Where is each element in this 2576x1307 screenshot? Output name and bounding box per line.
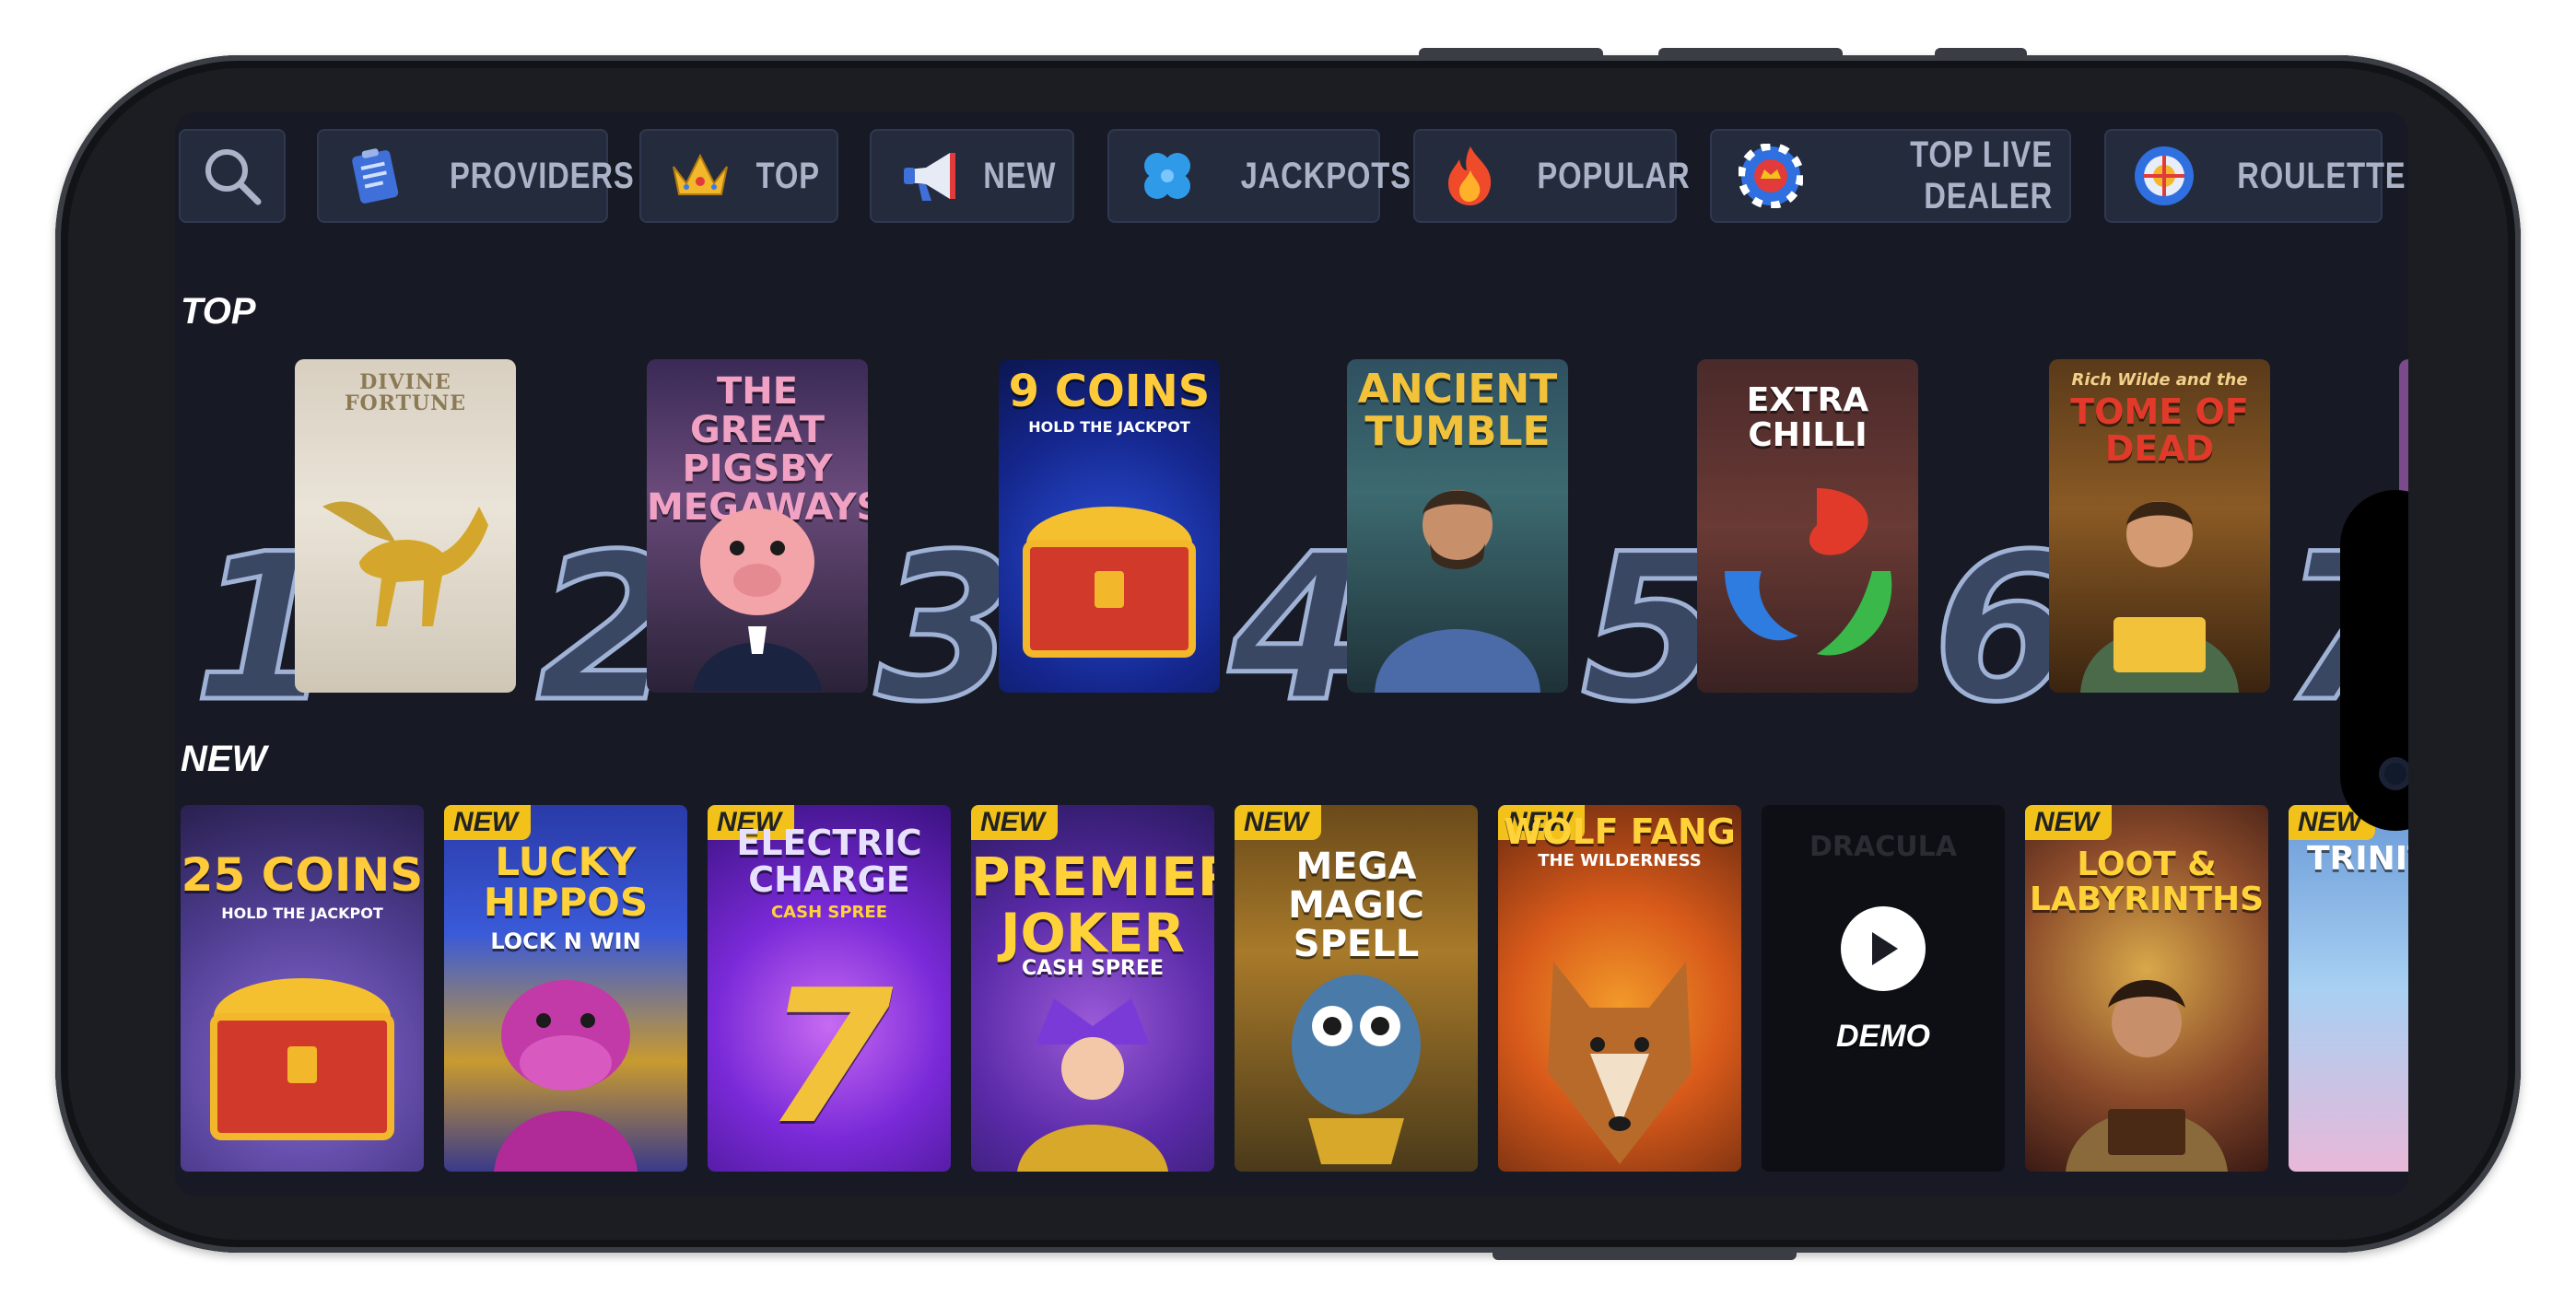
wolf-illustration: [1548, 962, 1692, 1164]
game-card-dracula[interactable]: DRACULA DEMO: [1762, 805, 2005, 1172]
game-title: MEGA MAGIC SPELL: [1288, 846, 1424, 965]
hippo-illustration: [494, 980, 638, 1172]
tab-roulette[interactable]: ROULETTE: [2104, 129, 2406, 223]
game-card-wolf-fang[interactable]: NEW WOLF FANG THE WILDERNESS: [1498, 805, 1741, 1172]
game-card-9-coins[interactable]: 9 COINS HOLD THE JACKPOT: [999, 359, 1220, 693]
volume-button: [1658, 48, 1843, 61]
casino-chip-icon: [1738, 143, 1804, 209]
game-subtitle: CASH SPREE: [1021, 957, 1165, 980]
tab-label: PROVIDERS: [449, 155, 635, 196]
tab-jackpots[interactable]: JACKPOTS: [1107, 129, 1411, 223]
game-title: LOOT & LABYRINTHS: [2029, 846, 2265, 918]
roulette-icon: [2132, 143, 2196, 209]
tab-label: POPULAR: [1537, 155, 1691, 196]
tab-new[interactable]: NEW: [870, 129, 1074, 223]
new-badge: NEW: [971, 805, 1058, 840]
action-button: [1935, 48, 2027, 61]
game-title: LUCKY HIPPOS: [483, 839, 649, 926]
game-title: WOLF FANG: [1504, 811, 1736, 852]
explorer-illustration: [1375, 490, 1540, 693]
clover-icon: [1135, 143, 1200, 209]
new-badge: NEW: [444, 805, 531, 840]
tab-label: NEW: [982, 155, 1056, 196]
tab-providers[interactable]: PROVIDERS: [317, 129, 634, 223]
game-title: DRACULA: [1809, 831, 1957, 863]
front-camera: [2379, 757, 2408, 790]
game-title: PREMIER JOKER: [971, 846, 1214, 964]
tab-top-live-dealer[interactable]: TOP LIVE DEALER: [1710, 129, 2071, 223]
fire-icon: [1441, 143, 1500, 209]
search-icon: [199, 143, 265, 209]
tab-popular[interactable]: POPULAR: [1413, 129, 1690, 223]
megaphone-icon: [897, 143, 964, 209]
play-demo-button[interactable]: [1841, 906, 1926, 991]
tab-top[interactable]: TOP: [639, 129, 838, 223]
owl-illustration: [1292, 974, 1421, 1164]
game-card-25-coins[interactable]: 25 COINS HOLD THE JACKPOT: [181, 805, 424, 1172]
rank-number: 3: [872, 510, 1018, 746]
joker-illustration: [1017, 998, 1168, 1172]
game-card-premier-joker[interactable]: NEW PREMIER JOKER CASH SPREE: [971, 805, 1214, 1172]
treasure-chest-illustration: [210, 978, 394, 1140]
game-card-tome-of-dead[interactable]: Rich Wilde and the TOME OF DEAD: [2049, 359, 2270, 693]
section-title-top: TOP: [181, 291, 256, 332]
game-title: ELECTRIC CHARGE: [736, 823, 922, 900]
game-subtitle: THE WILDERNESS: [1538, 851, 1702, 870]
game-card-mega-magic-spell[interactable]: NEW MEGA MAGIC SPELL: [1235, 805, 1478, 1172]
tab-label: ROULETTE: [2237, 155, 2406, 196]
game-title: TRINITY: [2307, 840, 2408, 878]
pegasus-illustration: [322, 501, 488, 626]
game-subtitle: Rich Wilde and the: [2071, 370, 2248, 390]
category-tabs: PROVIDERS TOP NEW JACKPOTS POPULAR TOP L…: [179, 129, 2408, 223]
game-title: ANCIENT TUMBLE: [1357, 366, 1558, 456]
game-card-great-pigsby[interactable]: THE GREAT PIGSBY MEGAWAYS: [647, 359, 868, 693]
demo-label: DEMO: [1836, 1019, 1930, 1054]
game-card-ancient-tumble[interactable]: ANCIENT TUMBLE: [1347, 359, 1568, 693]
search-button[interactable]: [179, 129, 286, 223]
crown-icon: [667, 143, 733, 209]
tab-label: TOP: [755, 155, 820, 196]
game-card-extra-chilli[interactable]: EXTRA CHILLI: [1697, 359, 1918, 693]
game-title: TOME OF DEAD: [2070, 391, 2249, 469]
chilli-peppers-illustration: [1725, 488, 1892, 656]
game-card-divine-fortune[interactable]: DIVINE FORTUNE: [295, 359, 516, 693]
adventurer-illustration: [2066, 980, 2228, 1172]
game-subtitle: CASH SPREE: [770, 903, 888, 922]
screen: PROVIDERS TOP NEW JACKPOTS POPULAR TOP L…: [175, 112, 2408, 1196]
game-title: 9 COINS: [1008, 366, 1211, 417]
play-icon: [1872, 932, 1898, 965]
game-card-loot-labyrinths[interactable]: NEW LOOT & LABYRINTHS: [2025, 805, 2268, 1172]
new-badge: NEW: [1235, 805, 1321, 840]
camera-cutout: [2340, 490, 2408, 831]
tab-label: JACKPOTS: [1240, 155, 1411, 196]
game-title: DIVINE FORTUNE: [344, 370, 467, 416]
power-button: [1493, 1247, 1797, 1260]
treasure-chest-illustration: [1023, 507, 1196, 658]
game-card-electric-charge[interactable]: NEW ELECTRIC CHARGE CASH SPREE 7: [708, 805, 951, 1172]
new-badge: NEW: [2025, 805, 2112, 840]
clipboard-icon: [345, 143, 405, 209]
lucky-seven-icon: 7: [765, 951, 894, 1165]
game-card-lucky-hippos[interactable]: NEW LUCKY HIPPOS LOCK N WIN: [444, 805, 687, 1172]
tab-label: TOP LIVE DEALER: [1910, 134, 2053, 216]
section-title-new: NEW: [181, 739, 267, 779]
game-subtitle: HOLD THE JACKPOT: [1028, 418, 1190, 436]
game-subtitle: LOCK N WIN: [490, 928, 641, 954]
pig-illustration: [693, 508, 822, 691]
rich-wilde-illustration: [2080, 501, 2239, 693]
game-subtitle: HOLD THE JACKPOT: [221, 904, 383, 922]
game-title: 25 COINS: [181, 848, 424, 902]
game-title: EXTRA CHILLI: [1746, 381, 1869, 454]
volume-button: [1419, 48, 1603, 61]
game-card-trinity[interactable]: NEW TRINITY: [2289, 805, 2408, 1172]
